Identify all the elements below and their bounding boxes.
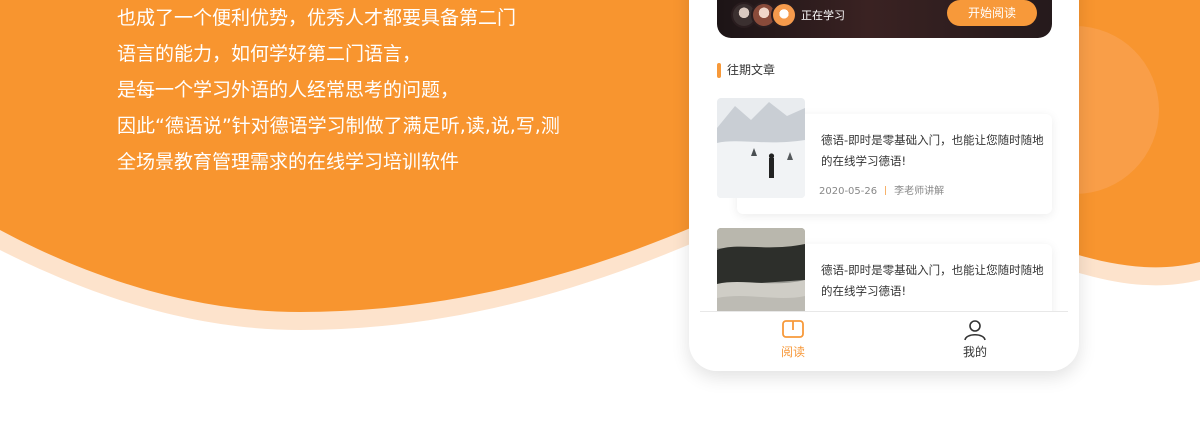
- intro-line: 因此“德语说”针对德语学习制做了满足听,读,说,写,测: [117, 115, 560, 137]
- tab-mine-label: 我的: [962, 345, 987, 359]
- section-accent-bar: [717, 63, 721, 78]
- start-reading-button[interactable]: 开始阅读: [947, 0, 1037, 26]
- tab-read[interactable]: 阅读: [763, 318, 823, 364]
- learning-banner: 正在学习 开始阅读: [717, 0, 1052, 38]
- article-title: 德语-即时是零基础入门，也能让您随时随地的在线学习德语!: [821, 263, 1044, 298]
- intro-line: 语言的能力，如何学好第二门语言，: [117, 43, 422, 65]
- learning-label: 正在学习: [801, 9, 845, 22]
- article-title: 德语-即时是零基础入门，也能让您随时随地的在线学习德语!: [821, 133, 1044, 168]
- tab-mine[interactable]: 我的: [945, 318, 1005, 364]
- intro-line: 是每一个学习外语的人经常思考的问题，: [117, 79, 460, 101]
- meta-divider: [885, 186, 887, 195]
- bottom-tab-bar: 阅读 我的: [700, 311, 1068, 371]
- intro-text: 也成了一个便利优势，优秀人才都要具备第二门 语言的能力，如何学好第二门语言， 是…: [117, 0, 637, 180]
- article-date: 2020-05-26: [819, 186, 878, 197]
- book-icon: [782, 320, 804, 338]
- intro-line: 全场景教育管理需求的在线学习培训软件: [117, 151, 460, 173]
- user-icon: [964, 320, 986, 341]
- avatar: [771, 2, 797, 28]
- article-item[interactable]: 德语-即时是零基础入门，也能让您随时随地的在线学习德语! 2020-05-26 李…: [717, 98, 1052, 214]
- phone-mockup: 正在学习 开始阅读 往期文章 德语-即时是零基础入门，也能让您随时随地的在线学习…: [689, 0, 1079, 371]
- section-title: 往期文章: [727, 63, 776, 77]
- learner-avatars: [731, 2, 811, 28]
- article-thumbnail: [717, 98, 805, 198]
- article-meta: 2020-05-26 李老师讲解: [819, 182, 944, 197]
- tab-read-label: 阅读: [780, 345, 805, 359]
- article-author: 李老师讲解: [894, 186, 945, 197]
- intro-line: 也成了一个便利优势，优秀人才都要具备第二门: [117, 7, 517, 29]
